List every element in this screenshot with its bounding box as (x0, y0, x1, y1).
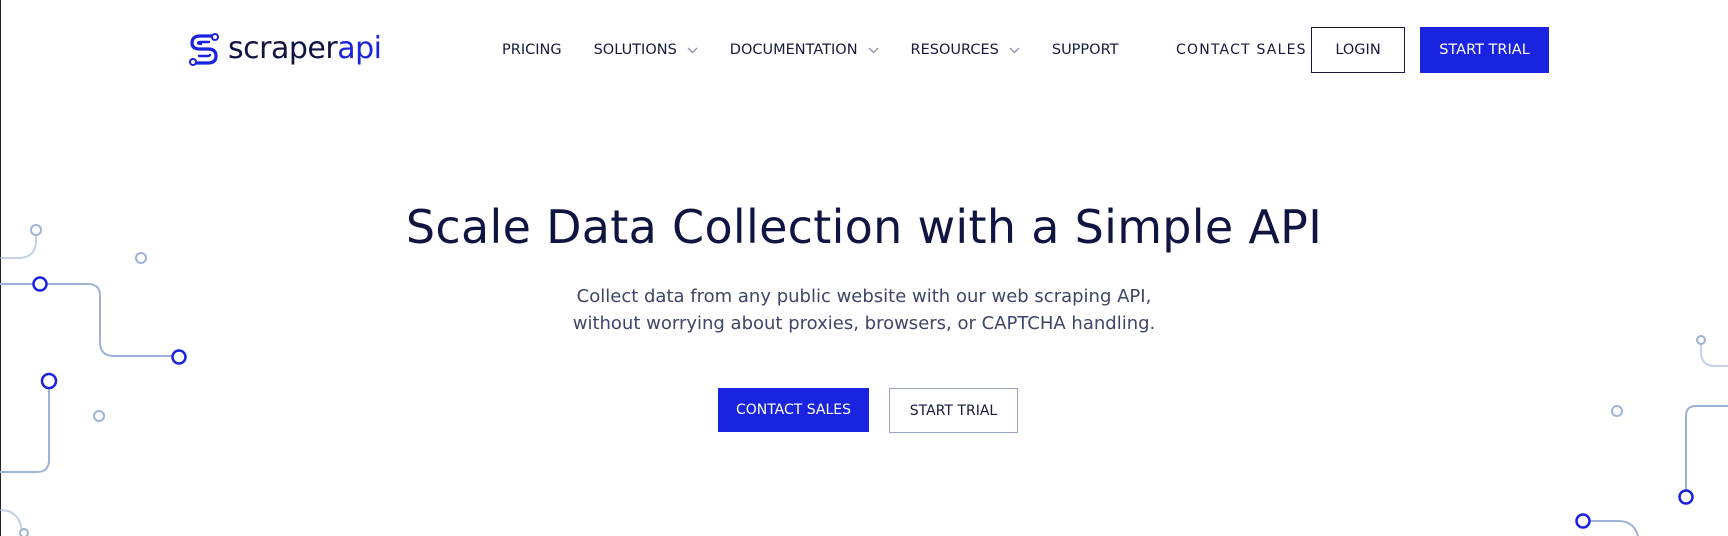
scraperapi-logo-icon (189, 33, 219, 66)
login-button[interactable]: LOGIN (1311, 27, 1405, 73)
hero-contact-sales-button[interactable]: CONTACT SALES (718, 388, 869, 432)
hero-actions: CONTACT SALES START TRIAL (718, 388, 1018, 433)
nav-item-documentation[interactable]: DOCUMENTATION (730, 40, 879, 60)
brand-name-main: scraper (228, 31, 338, 66)
nav-item-label: DOCUMENTATION (729, 42, 858, 58)
hero-start-trial-button[interactable]: START TRIAL (889, 388, 1018, 433)
circuit-decoration-right (1575, 335, 1728, 536)
hero-title: Scale Data Collection with a Simple API (405, 200, 1323, 254)
hero-subtitle: Collect data from any public website wit… (0, 283, 1728, 337)
nav-item-label: SUPPORT (1051, 42, 1119, 58)
chevron-down-icon (1009, 47, 1020, 53)
main-nav: PRICING SOLUTIONS DOCUMENTATION RESOURCE… (502, 40, 1118, 60)
chevron-down-icon (687, 47, 698, 53)
site-header: scraperapi PRICING SOLUTIONS DOCUMENTATI… (0, 0, 1728, 100)
hero-subtitle-line-2: without worrying about proxies, browsers… (572, 313, 1156, 334)
nav-item-solutions[interactable]: SOLUTIONS (594, 40, 698, 60)
circuit-decoration-left (0, 224, 187, 536)
brand-logo[interactable]: scraperapi (188, 31, 382, 67)
contact-sales-link[interactable]: CONTACT SALES (1176, 40, 1307, 60)
hero-subtitle-line-1: Collect data from any public website wit… (576, 286, 1152, 307)
page: scraperapi PRICING SOLUTIONS DOCUMENTATI… (0, 0, 1728, 536)
nav-item-support[interactable]: SUPPORT (1052, 40, 1119, 60)
nav-item-label: PRICING (502, 42, 562, 58)
chevron-down-icon (868, 47, 879, 53)
nav-item-label: SOLUTIONS (593, 42, 677, 58)
brand-name-accent: api (337, 31, 382, 66)
nav-item-resources[interactable]: RESOURCES (911, 40, 1020, 60)
start-trial-button[interactable]: START TRIAL (1420, 27, 1549, 73)
nav-item-label: RESOURCES (910, 42, 999, 58)
brand-wordmark: scraperapi (228, 31, 382, 67)
nav-item-pricing[interactable]: PRICING (502, 40, 562, 60)
